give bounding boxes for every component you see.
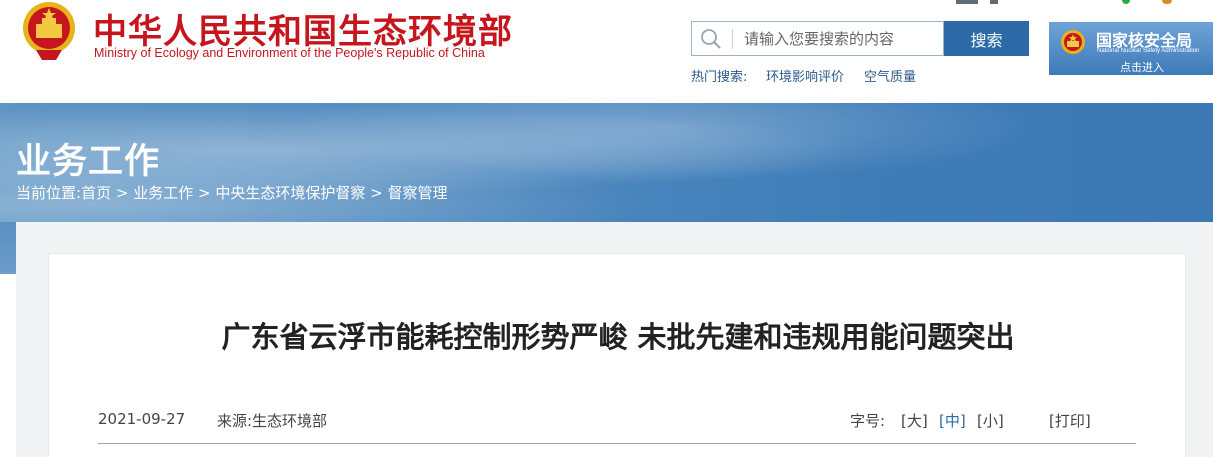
article-title: 广东省云浮市能耗控制形势严峻 未批先建和违规用能问题突出 bbox=[221, 320, 1015, 354]
search-input[interactable] bbox=[744, 28, 939, 50]
breadcrumb-prefix: 当前位置: bbox=[16, 184, 82, 202]
font-size-large-button[interactable]: [大] bbox=[901, 410, 928, 431]
article-date: 2021-09-27 bbox=[98, 410, 186, 428]
wechat-icon[interactable] bbox=[1122, 0, 1130, 4]
site-header: 中华人民共和国生态环境部 Ministry of Ecology and Env… bbox=[0, 0, 1213, 103]
hot-search-link[interactable]: 空气质量 bbox=[864, 66, 916, 85]
section-banner: 业务工作 当前位置:首页 > 业务工作 > 中央生态环境保护督察 > 督察管理 bbox=[0, 103, 1213, 222]
breadcrumb-item[interactable]: 中央生态环境保护督察 bbox=[215, 184, 365, 202]
article-card: 广东省云浮市能耗控制形势严峻 未批先建和违规用能问题突出 2021-09-27 … bbox=[48, 253, 1186, 457]
font-size-medium-button[interactable]: [中] bbox=[939, 410, 966, 431]
nuclear-banner-enter: 点击进入 bbox=[1120, 61, 1164, 74]
breadcrumb-separator: > bbox=[198, 184, 211, 202]
breadcrumb-item[interactable]: 首页 bbox=[81, 184, 111, 202]
search-divider bbox=[732, 29, 733, 49]
search-button[interactable]: 搜索 bbox=[944, 21, 1029, 56]
nuclear-banner-english: National Nuclear Safety Administration bbox=[1097, 48, 1200, 54]
font-size-small-button[interactable]: [小] bbox=[977, 410, 1004, 431]
banner-edge bbox=[0, 222, 16, 274]
breadcrumb: 当前位置:首页 > 业务工作 > 中央生态环境保护督察 > 督察管理 bbox=[16, 182, 448, 203]
breadcrumb-item[interactable]: 督察管理 bbox=[388, 184, 448, 202]
hot-search-label: 热门搜索: bbox=[691, 70, 748, 85]
weibo-icon[interactable] bbox=[1162, 0, 1172, 4]
meta-divider bbox=[98, 443, 1136, 444]
top-link-partial bbox=[956, 0, 978, 4]
article-source: 来源:生态环境部 bbox=[217, 412, 328, 430]
breadcrumb-separator: > bbox=[370, 184, 383, 202]
site-subtitle: Ministry of Ecology and Environment of t… bbox=[94, 46, 485, 60]
print-button[interactable]: [打印] bbox=[1049, 410, 1091, 431]
top-link-partial bbox=[990, 0, 998, 4]
national-emblem-icon bbox=[1061, 30, 1085, 54]
national-emblem-icon[interactable] bbox=[16, 0, 82, 66]
breadcrumb-separator: > bbox=[115, 184, 129, 202]
search-box bbox=[691, 21, 944, 56]
search-icon bbox=[701, 29, 721, 49]
nuclear-safety-banner[interactable]: 国家核安全局 National Nuclear Safety Administr… bbox=[1049, 22, 1213, 75]
section-title: 业务工作 bbox=[16, 142, 161, 182]
breadcrumb-item[interactable]: 业务工作 bbox=[133, 184, 193, 202]
hot-search-link[interactable]: 环境影响评价 bbox=[766, 66, 844, 85]
font-size-label: 字号: bbox=[850, 412, 886, 430]
